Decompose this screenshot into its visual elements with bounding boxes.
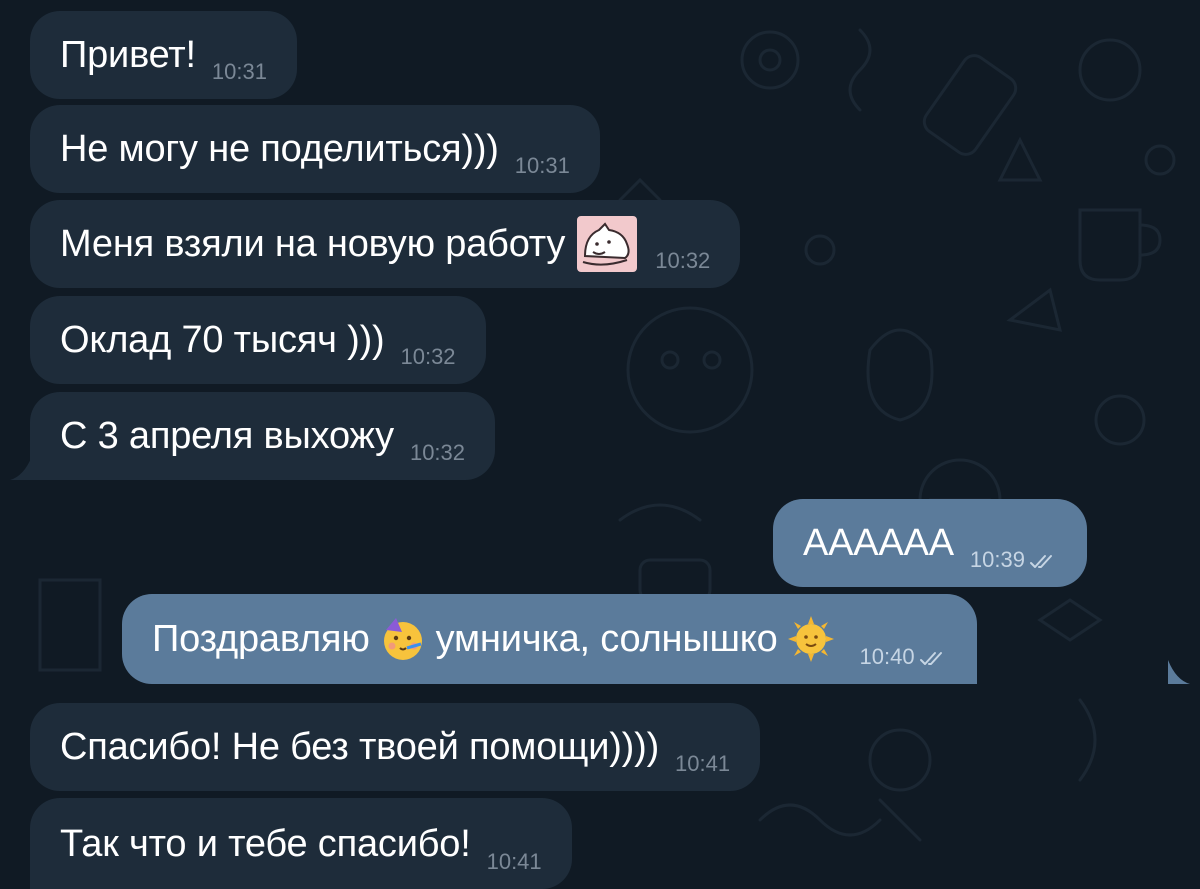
message-time: 10:40 — [860, 644, 947, 670]
message-outgoing[interactable]: АААААА 10:39 — [773, 499, 1087, 587]
message-incoming[interactable]: Привет! 10:31 — [30, 11, 297, 99]
message-text: АААААА — [803, 522, 954, 564]
message-incoming[interactable]: Оклад 70 тысяч ))) 10:32 — [30, 296, 486, 384]
message-outgoing[interactable]: Поздравляю умничка, солнышко 10:40 — [122, 594, 977, 684]
message-text-middle: умничка, солнышко — [435, 618, 778, 660]
message-time-text: 10:40 — [859, 644, 915, 669]
message-time: 10:32 — [409, 440, 466, 465]
message-time: 10:39 — [970, 547, 1057, 573]
message-time: 10:31 — [514, 153, 570, 178]
message-time: 10:31 — [211, 59, 267, 84]
message-text: Привет! — [60, 34, 196, 76]
message-time: 10:41 — [486, 849, 542, 874]
sun-with-face-emoji-icon — [787, 616, 834, 662]
double-check-icon — [1029, 555, 1052, 568]
message-text: С 3 апреля выхожу — [60, 415, 394, 457]
message-text: Оклад 70 тысяч ))) — [60, 319, 385, 361]
message-text-before: Поздравляю — [152, 618, 370, 660]
message-incoming[interactable]: Так что и тебе спасибо! 10:41 — [30, 798, 572, 889]
message-time: 10:41 — [675, 751, 731, 776]
partying-face-emoji-icon — [383, 618, 422, 660]
message-incoming[interactable]: Не могу не поделиться))) 10:31 — [30, 105, 600, 193]
message-incoming[interactable]: Спасибо! Не без твоей помощи)))) 10:41 — [30, 703, 761, 791]
double-check-icon — [919, 652, 942, 665]
message-incoming[interactable]: С 3 апреля выхожу 10:32 — [30, 392, 496, 480]
cat-sticker-icon — [577, 216, 638, 272]
message-text: Спасибо! Не без твоей помощи)))) — [60, 726, 660, 768]
message-time-text: 10:39 — [969, 547, 1025, 572]
message-text: Так что и тебе спасибо! — [60, 822, 471, 865]
message-text: Меня взяли на новую работу — [60, 223, 566, 265]
message-time: 10:32 — [400, 344, 456, 369]
bubble-tail-icon — [10, 456, 32, 480]
message-text: Не могу не поделиться))) — [60, 128, 499, 170]
bubble-tail-icon — [1168, 660, 1190, 684]
message-list[interactable]: Привет! 10:31 Не могу не поделиться))) 1… — [0, 0, 1200, 889]
message-time: 10:32 — [655, 248, 711, 273]
message-incoming[interactable]: Меня взяли на новую работу 10:32 — [30, 200, 741, 288]
